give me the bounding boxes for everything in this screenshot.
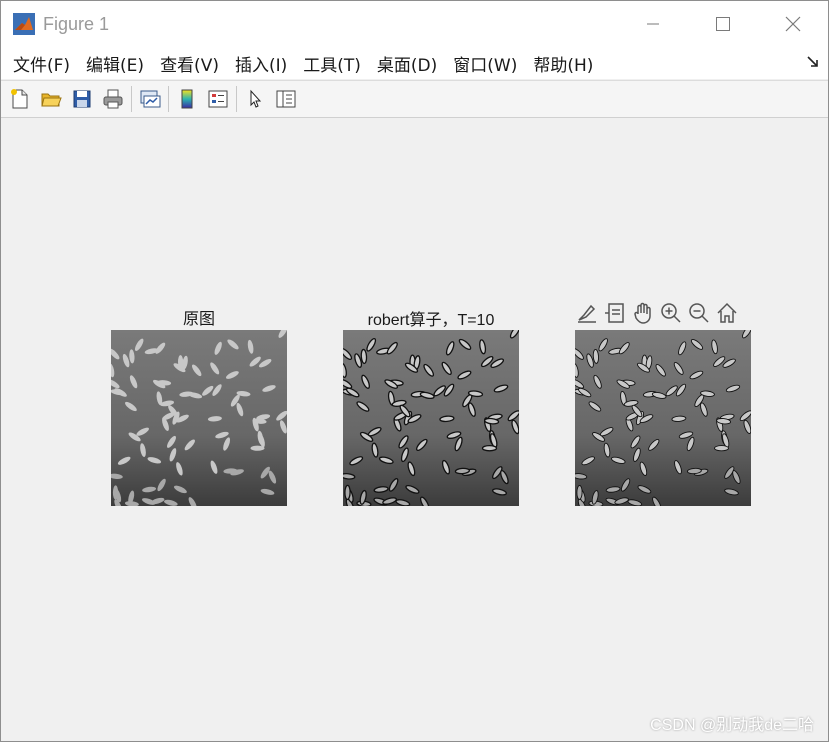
menu-item[interactable]: 工具(T) — [295, 51, 369, 76]
menu-item[interactable]: 编辑(E) — [78, 51, 152, 76]
rice-grain — [686, 467, 702, 475]
window-title: Figure 1 — [43, 13, 110, 34]
rice-grain — [454, 467, 471, 475]
new-figure-icon — [11, 89, 28, 109]
print-button[interactable] — [99, 85, 127, 113]
image-original[interactable] — [111, 330, 287, 506]
zoom-in-icon — [661, 303, 681, 323]
axes-toolbar — [573, 299, 741, 327]
brush-button[interactable] — [573, 299, 601, 327]
brush-icon — [578, 304, 596, 323]
rice-grain — [439, 415, 455, 423]
dock-arrow-icon[interactable] — [806, 55, 820, 69]
legend-button[interactable] — [204, 85, 232, 113]
menu-item[interactable]: 桌面(D) — [369, 51, 445, 76]
open-file-icon — [41, 93, 62, 107]
colorbar-icon — [181, 89, 193, 109]
close-button[interactable] — [758, 1, 828, 47]
rice-grain — [344, 484, 351, 501]
axes-2-title: robert算子，T=10 — [367, 312, 495, 329]
matlab-icon — [13, 13, 35, 35]
pan-icon — [634, 302, 651, 324]
pointer-button[interactable] — [241, 85, 269, 113]
toolbar-separator — [131, 86, 132, 112]
maximize-button[interactable] — [688, 1, 758, 47]
rice-grain — [576, 484, 583, 500]
save-button[interactable] — [68, 85, 96, 113]
figure-canvas: 原图 robert算子，T=10 CSDN @别动我de二哈 — [1, 119, 828, 741]
rice-image — [111, 330, 287, 506]
axes-1-title: 原图 — [182, 311, 215, 328]
rice-grain — [592, 348, 599, 364]
zoom-out-button[interactable] — [685, 299, 713, 327]
zoom-in-button[interactable] — [657, 299, 685, 327]
property-inspector-button[interactable] — [272, 85, 300, 113]
menu-item[interactable]: 帮助(H) — [525, 51, 601, 76]
home-icon — [717, 302, 737, 323]
new-figure-button[interactable] — [6, 85, 34, 113]
figure-window: Figure 1 文件(F) 编辑(E) 查看(V) 插入(I) 工具(T) 桌面(D) 窗… — [0, 0, 829, 742]
rice-grain — [360, 348, 368, 365]
close-icon — [785, 16, 801, 32]
rice-grain — [481, 444, 498, 452]
menu-item[interactable]: 文件(F) — [5, 51, 78, 76]
legend-icon — [208, 90, 228, 108]
figure-toolbar — [1, 80, 828, 118]
pan-button[interactable] — [629, 299, 657, 327]
toolbar-separator — [168, 86, 169, 112]
rice-image — [343, 330, 519, 506]
minimize-button[interactable] — [618, 1, 688, 47]
link-plot-icon — [140, 90, 161, 108]
maximize-icon — [716, 17, 730, 31]
save-icon — [73, 90, 91, 108]
property-inspector-icon — [276, 90, 296, 108]
rice-image — [575, 330, 751, 506]
toolbar-separator — [236, 86, 237, 112]
open-file-button[interactable] — [37, 85, 65, 113]
rice-grain — [714, 445, 729, 452]
menu-bar: 文件(F) 编辑(E) 查看(V) 插入(I) 工具(T) 桌面(D) 窗口(W) 帮助(H) — [1, 47, 828, 79]
print-icon — [103, 89, 123, 109]
title-bar[interactable]: Figure 1 — [1, 1, 828, 47]
zoom-out-icon — [689, 303, 709, 323]
minimize-icon — [647, 23, 659, 25]
watermark: CSDN @别动我de二哈 — [650, 717, 814, 734]
data-tips-icon — [605, 303, 624, 323]
data-tips-button[interactable] — [601, 299, 629, 327]
image-robert-edge[interactable] — [343, 330, 519, 506]
rice-grain — [250, 445, 265, 451]
home-button[interactable] — [713, 299, 741, 327]
colorbar-button[interactable] — [173, 85, 201, 113]
menu-item[interactable]: 窗口(W) — [445, 51, 525, 76]
pointer-icon — [250, 89, 262, 108]
menu-item[interactable]: 插入(I) — [227, 51, 295, 76]
menu-item[interactable]: 查看(V) — [152, 51, 227, 76]
image-edge-result[interactable] — [575, 330, 751, 506]
link-plot-button[interactable] — [136, 85, 164, 113]
